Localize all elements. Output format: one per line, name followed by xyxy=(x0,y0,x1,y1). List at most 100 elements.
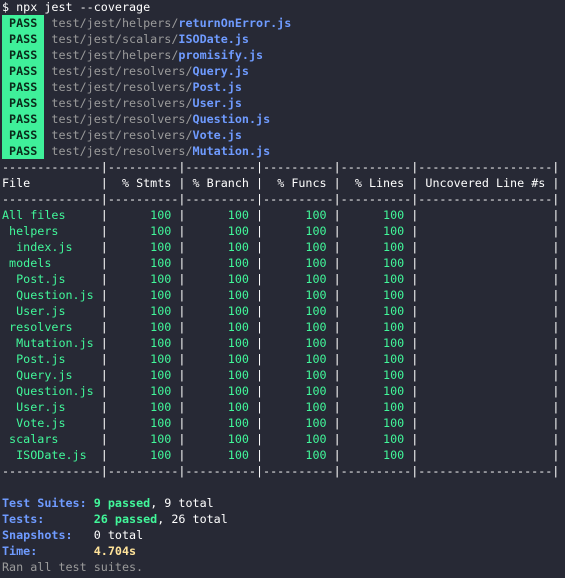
table-row: index.js | 100 | 100 | 100 | 100 | | xyxy=(2,240,560,254)
test-file: Post.js xyxy=(192,80,242,94)
pass-badge: PASS xyxy=(2,47,45,63)
file-name: models xyxy=(2,256,101,270)
test-dir: test/jest/scalars/ xyxy=(51,32,179,46)
lines-value: 100 xyxy=(340,240,412,254)
summary-footer: Ran all test suites. xyxy=(2,560,144,574)
uncovered-lines xyxy=(418,368,552,382)
uncovered-lines xyxy=(418,224,552,238)
lines-value: 100 xyxy=(340,288,412,302)
stmts-value: 100 xyxy=(107,384,179,398)
uncovered-lines xyxy=(418,272,552,286)
pass-badge: PASS xyxy=(2,95,45,111)
file-name: Post.js xyxy=(2,352,101,366)
test-file: Vote.js xyxy=(192,128,242,142)
time-label: Time: xyxy=(2,544,38,558)
file-name: scalars xyxy=(2,432,101,446)
uncovered-lines xyxy=(418,400,552,414)
lines-value: 100 xyxy=(340,336,412,350)
summary-tests: Tests: 26 passed, 26 total xyxy=(2,511,565,527)
file-name: Question.js xyxy=(2,384,101,398)
test-dir: test/jest/resolvers/ xyxy=(51,112,193,126)
stmts-value: 100 xyxy=(107,336,179,350)
funcs-value: 100 xyxy=(263,448,334,462)
lines-value: 100 xyxy=(340,400,412,414)
stmts-value: 100 xyxy=(107,304,179,318)
test-result-row: PASS test/jest/resolvers/Query.js xyxy=(2,63,565,79)
uncovered-lines xyxy=(418,352,552,366)
funcs-value: 100 xyxy=(263,240,334,254)
stmts-value: 100 xyxy=(107,352,179,366)
suites-label: Test Suites: xyxy=(2,496,87,510)
file-name: Mutation.js xyxy=(2,336,101,350)
test-file: returnOnError.js xyxy=(178,16,292,30)
table-row: Question.js | 100 | 100 | 100 | 100 | | xyxy=(2,288,560,302)
test-dir: test/jest/resolvers/ xyxy=(51,144,193,158)
lines-value: 100 xyxy=(340,256,412,270)
table-row: User.js | 100 | 100 | 100 | 100 | | xyxy=(2,304,560,318)
file-name: Question.js xyxy=(2,288,101,302)
file-name: Query.js xyxy=(2,368,101,382)
terminal: $ npx jest --coverage PASS test/jest/hel… xyxy=(0,0,565,575)
file-name: All files xyxy=(2,208,101,222)
uncovered-lines xyxy=(418,208,552,222)
stmts-value: 100 xyxy=(107,320,179,334)
test-dir: test/jest/resolvers/ xyxy=(51,80,193,94)
uncovered-lines xyxy=(418,416,552,430)
table-row: Query.js | 100 | 100 | 100 | 100 | | xyxy=(2,368,560,382)
table-row: User.js | 100 | 100 | 100 | 100 | | xyxy=(2,400,560,414)
funcs-value: 100 xyxy=(263,272,334,286)
test-result-row: PASS test/jest/resolvers/Post.js xyxy=(2,79,565,95)
branch-value: 100 xyxy=(185,400,257,414)
stmts-value: 100 xyxy=(107,416,179,430)
summary-snapshots: Snapshots: 0 total xyxy=(2,527,565,543)
pass-badge: PASS xyxy=(2,15,45,31)
uncovered-lines xyxy=(418,384,552,398)
uncovered-lines xyxy=(418,256,552,270)
branch-value: 100 xyxy=(185,416,257,430)
lines-value: 100 xyxy=(340,224,412,238)
funcs-value: 100 xyxy=(263,416,334,430)
table-row: resolvers | 100 | 100 | 100 | 100 | | xyxy=(2,320,560,334)
branch-value: 100 xyxy=(185,304,257,318)
table-row: Post.js | 100 | 100 | 100 | 100 | | xyxy=(2,352,560,366)
funcs-value: 100 xyxy=(263,368,334,382)
command-line: $ npx jest --coverage xyxy=(2,0,565,15)
table-row: Mutation.js | 100 | 100 | 100 | 100 | | xyxy=(2,336,560,350)
funcs-value: 100 xyxy=(263,208,334,222)
column-header: % Stmts xyxy=(107,176,179,190)
lines-value: 100 xyxy=(340,416,412,430)
test-dir: test/jest/helpers/ xyxy=(51,48,179,62)
stmts-value: 100 xyxy=(107,224,179,238)
test-result-row: PASS test/jest/helpers/returnOnError.js xyxy=(2,15,565,31)
pass-badge: PASS xyxy=(2,31,45,47)
test-file: Question.js xyxy=(192,112,271,126)
snapshots-label: Snapshots: xyxy=(2,528,73,542)
lines-value: 100 xyxy=(340,432,412,446)
summary-time: Time: 4.704s xyxy=(2,543,565,559)
test-result-row: PASS test/jest/resolvers/Vote.js xyxy=(2,127,565,143)
funcs-value: 100 xyxy=(263,336,334,350)
funcs-value: 100 xyxy=(263,320,334,334)
stmts-value: 100 xyxy=(107,272,179,286)
test-result-row: PASS test/jest/scalars/ISODate.js xyxy=(2,31,565,47)
test-results: PASS test/jest/helpers/returnOnError.js … xyxy=(2,15,565,159)
table-separator: --------------|----------|----------|---… xyxy=(2,160,560,174)
lines-value: 100 xyxy=(340,272,412,286)
stmts-value: 100 xyxy=(107,448,179,462)
snapshots-total: 0 total xyxy=(93,528,144,542)
uncovered-lines xyxy=(418,320,552,334)
test-dir: test/jest/resolvers/ xyxy=(51,128,193,142)
funcs-value: 100 xyxy=(263,432,334,446)
funcs-value: 100 xyxy=(263,352,334,366)
column-header: % Lines xyxy=(340,176,412,190)
branch-value: 100 xyxy=(185,432,257,446)
funcs-value: 100 xyxy=(263,256,334,270)
lines-value: 100 xyxy=(340,368,412,382)
table-row: helpers | 100 | 100 | 100 | 100 | | xyxy=(2,224,560,238)
uncovered-lines xyxy=(418,432,552,446)
lines-value: 100 xyxy=(340,448,412,462)
branch-value: 100 xyxy=(185,320,257,334)
file-name: Vote.js xyxy=(2,416,101,430)
file-name: resolvers xyxy=(2,320,101,334)
branch-value: 100 xyxy=(185,240,257,254)
